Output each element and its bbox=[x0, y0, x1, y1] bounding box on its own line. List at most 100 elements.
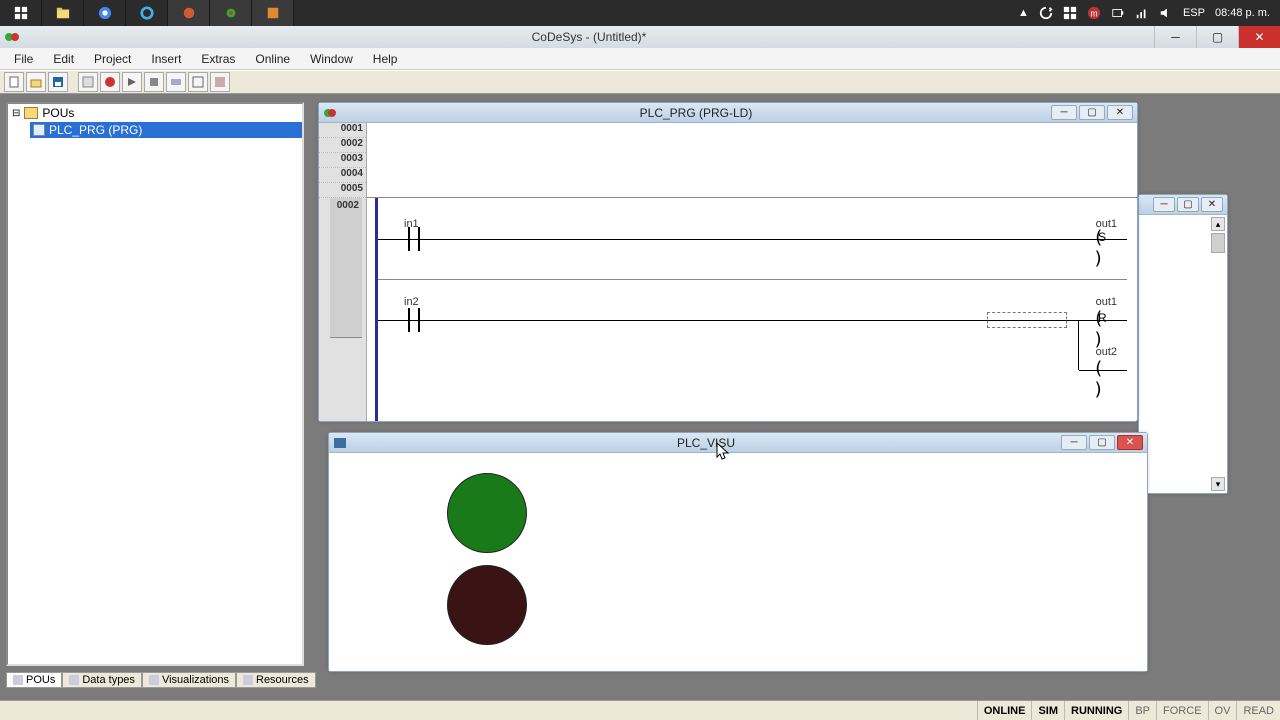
tree-item-plc-prg[interactable]: PLC_PRG (PRG) bbox=[30, 122, 302, 138]
ladder-area[interactable]: in1 ( ) S out1 in2 bbox=[367, 198, 1131, 421]
svg-text:m: m bbox=[1090, 9, 1097, 19]
contact-in1[interactable] bbox=[404, 227, 424, 251]
menu-file[interactable]: File bbox=[4, 49, 43, 69]
tool-step[interactable] bbox=[122, 72, 142, 92]
tool-5[interactable] bbox=[166, 72, 186, 92]
indicator-darkred[interactable] bbox=[447, 565, 527, 645]
tool-bp[interactable] bbox=[144, 72, 164, 92]
prg-close[interactable]: ✕ bbox=[1107, 105, 1133, 120]
contact-in2[interactable] bbox=[404, 308, 424, 332]
tree-tabs: POUs Data types Visualizations Resources bbox=[6, 672, 316, 688]
decl-line: 0003 bbox=[319, 153, 366, 168]
menu-online[interactable]: Online bbox=[245, 49, 300, 69]
tab-pous[interactable]: POUs bbox=[6, 672, 62, 688]
taskbar-explorer[interactable] bbox=[42, 0, 84, 26]
tray-volume-icon[interactable] bbox=[1159, 6, 1173, 20]
tray-up-icon[interactable]: ▲ bbox=[1018, 7, 1029, 19]
vis-close[interactable]: ✕ bbox=[1117, 435, 1143, 450]
bgwin-close[interactable]: ✕ bbox=[1201, 197, 1223, 212]
prg-window[interactable]: PLC_PRG (PRG-LD) ─ ▢ ✕ 0001 0002 0003 00… bbox=[318, 102, 1138, 422]
tool-stop[interactable] bbox=[100, 72, 120, 92]
taskbar-chrome[interactable] bbox=[84, 0, 126, 26]
tray-clock[interactable]: 08:48 p. m. bbox=[1215, 7, 1270, 19]
coil-out1-r[interactable]: ( ) R bbox=[1093, 310, 1113, 330]
toolbar bbox=[0, 70, 1280, 94]
taskbar-app-3[interactable] bbox=[252, 0, 294, 26]
label-out1: out1 bbox=[1096, 218, 1117, 230]
label-out1-r: out1 bbox=[1096, 296, 1117, 308]
tool-run[interactable] bbox=[78, 72, 98, 92]
tray-language[interactable]: ESP bbox=[1183, 7, 1205, 19]
tray-sync-icon[interactable] bbox=[1039, 6, 1053, 20]
rung-1[interactable]: in1 ( ) S out1 bbox=[378, 198, 1127, 280]
taskbar-app-2[interactable] bbox=[210, 0, 252, 26]
menu-extras[interactable]: Extras bbox=[191, 49, 245, 69]
rung-2[interactable]: in2 ( ) R out1 ( ) out2 bbox=[378, 280, 1127, 410]
menu-help[interactable]: Help bbox=[363, 49, 408, 69]
menu-project[interactable]: Project bbox=[84, 49, 141, 69]
status-bp: BP bbox=[1128, 701, 1156, 720]
status-ov: OV bbox=[1208, 701, 1237, 720]
pou-icon bbox=[33, 124, 45, 136]
tool-7[interactable] bbox=[210, 72, 230, 92]
menu-edit[interactable]: Edit bbox=[43, 49, 84, 69]
tool-open[interactable] bbox=[26, 72, 46, 92]
tray-signal-icon[interactable] bbox=[1135, 6, 1149, 20]
app-icon bbox=[4, 29, 20, 45]
taskbar-app-1[interactable] bbox=[168, 0, 210, 26]
indicator-green[interactable] bbox=[447, 473, 527, 553]
start-button[interactable] bbox=[0, 0, 42, 26]
scroll-thumb[interactable] bbox=[1211, 233, 1225, 253]
tree-root[interactable]: ⊟ POUs bbox=[8, 104, 302, 122]
scroll-down-button[interactable]: ▾ bbox=[1211, 477, 1225, 491]
tab-resources[interactable]: Resources bbox=[236, 672, 316, 688]
menu-insert[interactable]: Insert bbox=[141, 49, 191, 69]
coil-out1-s[interactable]: ( ) S bbox=[1093, 229, 1113, 249]
scroll-up-button[interactable]: ▴ bbox=[1211, 217, 1225, 231]
tray-m-icon[interactable]: m bbox=[1087, 6, 1101, 20]
selection-box[interactable] bbox=[987, 312, 1067, 328]
label-in2: in2 bbox=[404, 296, 419, 308]
label-out2: out2 bbox=[1096, 346, 1117, 358]
coil-out2[interactable]: ( ) bbox=[1093, 360, 1113, 380]
gutter: 0001 0002 0003 0004 0005 0001 0002 bbox=[319, 123, 367, 421]
decl-line: 0002 bbox=[319, 138, 366, 153]
vis-window[interactable]: PLC_VISU ─ ▢ ✕ bbox=[328, 432, 1148, 672]
project-tree[interactable]: ⊟ POUs PLC_PRG (PRG) bbox=[6, 102, 304, 666]
prg-icon bbox=[323, 106, 337, 120]
statusbar: ONLINE SIM RUNNING BP FORCE OV READ bbox=[0, 700, 1280, 720]
tool-new[interactable] bbox=[4, 72, 24, 92]
menubar: File Edit Project Insert Extras Online W… bbox=[0, 48, 1280, 70]
mdi-area: ─ ▢ ✕ ▴ ▾ PLC_PRG (PRG-LD) ─ ▢ ✕ bbox=[318, 102, 1240, 690]
vis-canvas[interactable] bbox=[329, 453, 1147, 671]
prg-min[interactable]: ─ bbox=[1051, 105, 1077, 120]
taskbar-ie[interactable] bbox=[126, 0, 168, 26]
decl-line: 0005 bbox=[319, 183, 366, 198]
app-minimize-button[interactable]: ─ bbox=[1154, 26, 1196, 48]
tray-battery-icon[interactable] bbox=[1111, 6, 1125, 20]
background-window[interactable]: ─ ▢ ✕ ▴ ▾ bbox=[1138, 194, 1228, 494]
app-close-button[interactable]: ✕ bbox=[1238, 26, 1280, 48]
status-read: READ bbox=[1236, 701, 1280, 720]
vis-min[interactable]: ─ bbox=[1061, 435, 1087, 450]
prg-titlebar[interactable]: PLC_PRG (PRG-LD) ─ ▢ ✕ bbox=[319, 103, 1137, 123]
menu-window[interactable]: Window bbox=[300, 49, 363, 69]
declaration-area[interactable] bbox=[367, 123, 1137, 198]
os-taskbar: ▲ m ESP 08:48 p. m. bbox=[0, 0, 1280, 26]
tree-item-label: PLC_PRG (PRG) bbox=[49, 123, 142, 137]
vis-title: PLC_VISU bbox=[351, 436, 1061, 450]
vis-titlebar[interactable]: PLC_VISU ─ ▢ ✕ bbox=[329, 433, 1147, 453]
status-running: RUNNING bbox=[1064, 701, 1128, 720]
bgwin-min[interactable]: ─ bbox=[1153, 197, 1175, 212]
tool-6[interactable] bbox=[188, 72, 208, 92]
tool-save[interactable] bbox=[48, 72, 68, 92]
vis-max[interactable]: ▢ bbox=[1089, 435, 1115, 450]
folder-icon bbox=[24, 107, 38, 119]
bgwin-max[interactable]: ▢ bbox=[1177, 197, 1199, 212]
status-force: FORCE bbox=[1156, 701, 1208, 720]
prg-max[interactable]: ▢ bbox=[1079, 105, 1105, 120]
app-maximize-button[interactable]: ▢ bbox=[1196, 26, 1238, 48]
tray-windows-icon[interactable] bbox=[1063, 6, 1077, 20]
tab-datatypes[interactable]: Data types bbox=[62, 672, 142, 688]
tab-visualizations[interactable]: Visualizations bbox=[142, 672, 236, 688]
